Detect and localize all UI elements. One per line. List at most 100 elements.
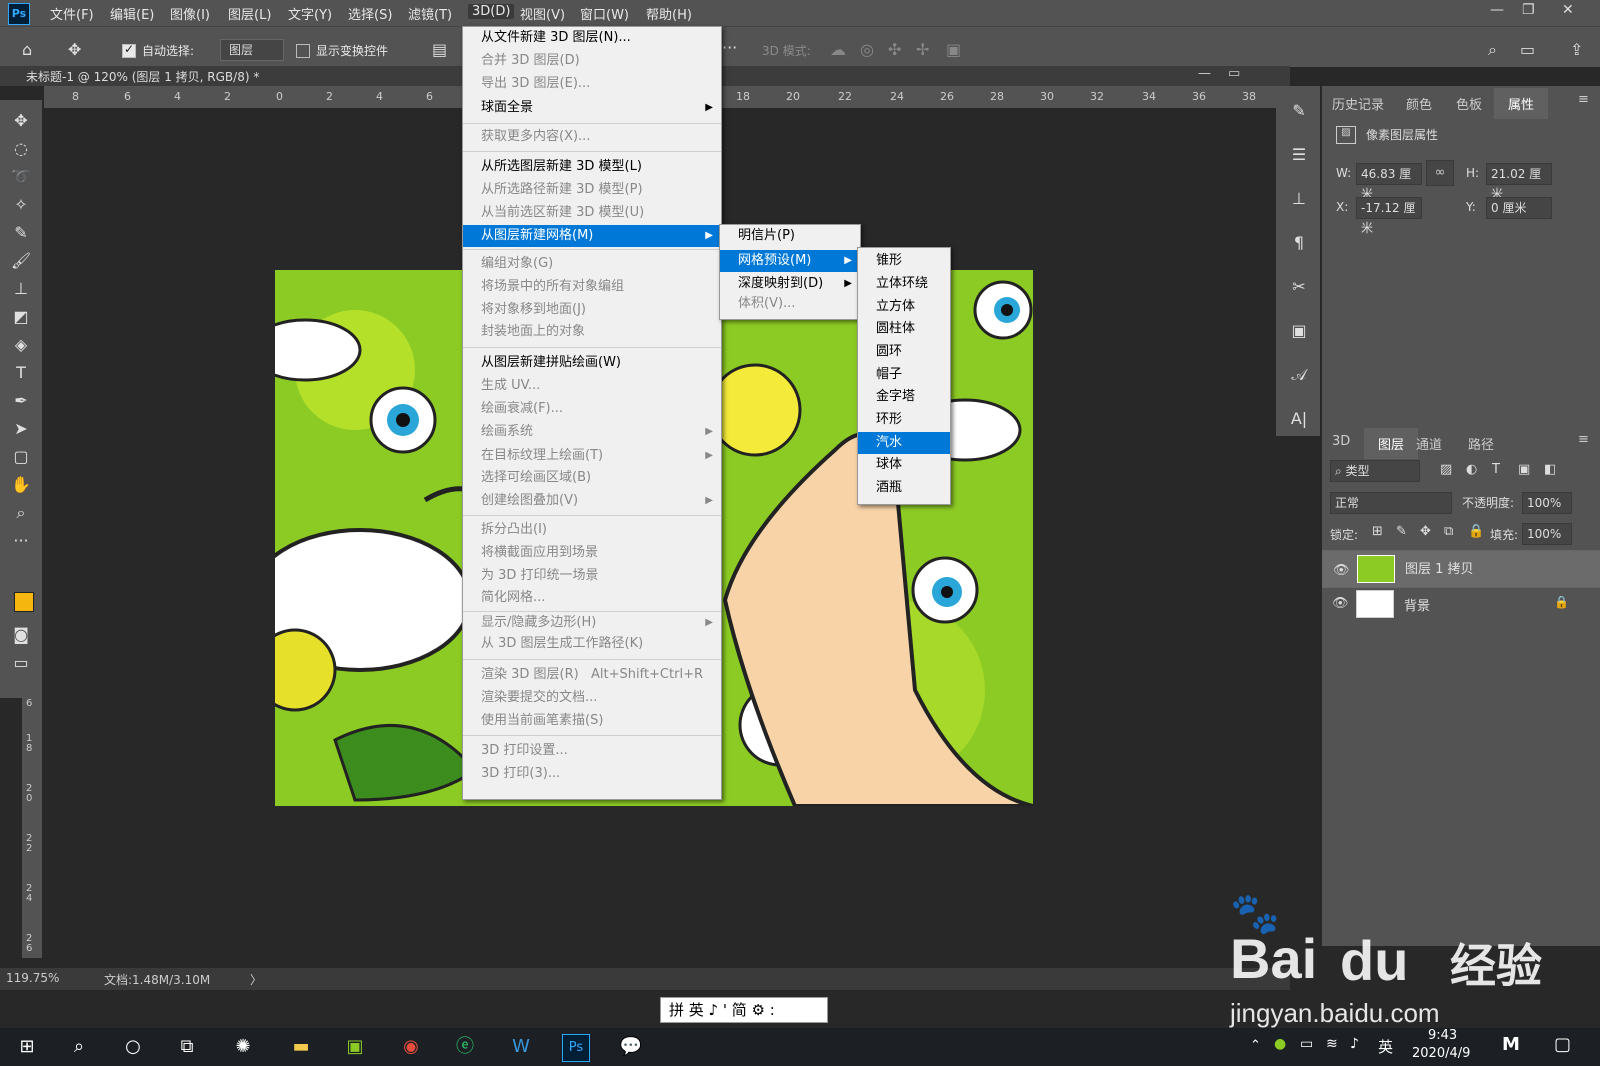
menu-item[interactable]: 从所选图层新建 3D 模型(L) — [463, 156, 721, 178]
menu-item-donut[interactable]: 圆环 — [858, 341, 950, 363]
browser-icon[interactable]: ⓔ — [452, 1034, 478, 1060]
menu-item-ring[interactable]: 环形 — [858, 409, 950, 431]
tray-up-arrow-icon[interactable]: ⌃ — [1250, 1038, 1261, 1053]
home-icon[interactable]: ⌂ — [22, 40, 32, 59]
path-select-tool-icon[interactable]: ➤ — [10, 418, 32, 440]
minimize-icon[interactable]: — — [1490, 2, 1504, 18]
slide-3d-icon[interactable]: ✢ — [916, 40, 929, 59]
paint-bucket-tool-icon[interactable]: ◈ — [10, 334, 32, 356]
menu-help[interactable]: 帮助(H) — [646, 4, 692, 23]
filter-shape-icon[interactable]: ▣ — [1518, 462, 1530, 477]
marquee-tool-icon[interactable]: ◌ — [10, 138, 32, 160]
type-tool-icon[interactable]: T — [10, 362, 32, 384]
magic-wand-tool-icon[interactable]: ✧ — [10, 194, 32, 216]
menu-layer[interactable]: 图层(L) — [228, 4, 271, 23]
move-tool-icon[interactable]: ✥ — [68, 40, 81, 59]
clone-source-icon[interactable]: ⊥ — [1288, 188, 1310, 210]
move-tool-icon[interactable]: ✥ — [10, 110, 32, 132]
tray-app-icon[interactable]: ● — [1274, 1036, 1286, 1052]
windows-start-icon[interactable]: ⊞ — [14, 1034, 40, 1060]
zoom-tool-icon[interactable]: ⌕ — [10, 502, 32, 524]
filter-adjustment-icon[interactable]: ◐ — [1466, 462, 1477, 477]
restore-icon[interactable]: ❐ — [1522, 2, 1535, 18]
doc-minimize-icon[interactable]: — — [1198, 66, 1211, 81]
visibility-eye-icon[interactable]: 👁 — [1332, 596, 1349, 611]
menu-item-postcard[interactable]: 明信片(P) — [720, 225, 860, 247]
menu-select[interactable]: 选择(S) — [348, 4, 392, 23]
menu-item-cube[interactable]: 立方体 — [858, 296, 950, 318]
scale-3d-icon[interactable]: ▣ — [946, 40, 961, 59]
menu-item-pyramid[interactable]: 金字塔 — [858, 386, 950, 408]
menu-item-depth-map[interactable]: 深度映射到(D) ▶ — [720, 273, 860, 295]
search-icon[interactable]: ⌕ — [1488, 40, 1497, 60]
menu-item-cylinder[interactable]: 圆柱体 — [858, 318, 950, 340]
eraser-tool-icon[interactable]: ◩ — [10, 306, 32, 328]
chrome-icon[interactable]: ◉ — [398, 1034, 424, 1060]
task-view-icon[interactable]: ⧉ — [174, 1034, 200, 1060]
ime-toolbar[interactable]: 拼 英 ♪ ' 简 ⚙ : — [660, 997, 828, 1023]
wps-icon[interactable]: W — [508, 1034, 534, 1060]
character-icon[interactable]: A| — [1288, 408, 1310, 430]
libraries-icon[interactable]: ▣ — [1288, 320, 1310, 342]
brush-settings-icon[interactable]: ✎ — [1288, 100, 1310, 122]
lock-pixels-icon[interactable]: ✎ — [1396, 524, 1407, 539]
y-field[interactable]: 0 厘米 — [1486, 197, 1552, 219]
layer-row[interactable]: 👁 图层 1 拷贝 — [1322, 550, 1600, 588]
paragraph-icon[interactable]: ¶ — [1288, 232, 1310, 254]
battery-icon[interactable]: ▭ — [1300, 1036, 1313, 1052]
visibility-eye-icon[interactable]: 👁 — [1333, 561, 1350, 581]
x-field[interactable]: -17.12 厘米 — [1356, 197, 1422, 235]
menu-view[interactable]: 视图(V) — [520, 4, 565, 23]
height-field[interactable]: 21.02 厘米 — [1486, 163, 1552, 201]
app-pinwheel-icon[interactable]: ✺ — [230, 1034, 256, 1060]
menu-item-hat[interactable]: 帽子 — [858, 364, 950, 386]
tab-paths[interactable]: 路径 — [1468, 434, 1494, 453]
menu-image[interactable]: 图像(I) — [170, 4, 210, 23]
panel-menu-icon[interactable]: ≡ — [1578, 432, 1589, 447]
layer-row[interactable]: 👁 背景 🔒 — [1322, 586, 1592, 622]
orbit-3d-icon[interactable]: ☁ — [830, 40, 846, 59]
menu-item-cone[interactable]: 锥形 — [858, 250, 950, 272]
menu-item-new-mesh-from-layer[interactable]: 从图层新建网格(M) ▶ — [463, 225, 721, 247]
tab-3d[interactable]: 3D — [1332, 434, 1350, 449]
input-lang[interactable]: 英 — [1378, 1036, 1393, 1057]
menu-item[interactable]: 从图层新建拼贴绘画(W) — [463, 352, 721, 374]
glyphs-icon[interactable]: 𝒜 — [1288, 364, 1310, 386]
more-tools-icon[interactable]: ··· — [10, 530, 32, 552]
clock-time[interactable]: 9:43 — [1428, 1028, 1457, 1043]
auto-select-dropdown[interactable]: 图层 — [220, 39, 284, 61]
menu-item-wine-bottle[interactable]: 酒瓶 — [858, 477, 950, 499]
filter-type-icon[interactable]: T — [1492, 462, 1500, 477]
shape-tool-icon[interactable]: ▢ — [10, 446, 32, 468]
foreground-color-swatch[interactable] — [14, 592, 34, 612]
eyedropper-tool-icon[interactable]: ✎ — [10, 222, 32, 244]
pan-3d-icon[interactable]: ✣ — [888, 40, 901, 59]
menu-item-mesh-preset[interactable]: 网格预设(M) ▶ — [720, 250, 860, 272]
adjustments-icon[interactable]: ☰ — [1288, 144, 1310, 166]
status-arrow[interactable]: 〉 — [250, 971, 262, 988]
tools-icon[interactable]: ✂ — [1288, 276, 1310, 298]
opacity-field[interactable]: 100% — [1522, 492, 1572, 514]
notifications-icon[interactable]: ▢ — [1554, 1034, 1571, 1055]
width-field[interactable]: 46.83 厘米 — [1356, 163, 1422, 201]
roll-3d-icon[interactable]: ◎ — [860, 40, 874, 59]
tab-color[interactable]: 颜色 — [1406, 94, 1432, 113]
menu-edit[interactable]: 编辑(E) — [110, 4, 154, 23]
blend-mode-dropdown[interactable]: 正常 — [1330, 492, 1452, 514]
tab-properties[interactable]: 属性 — [1494, 88, 1549, 119]
doc-restore-icon[interactable]: ▭ — [1228, 66, 1240, 81]
zoom-level[interactable]: 119.75% — [6, 971, 59, 985]
align-icon[interactable]: ▤ — [432, 40, 447, 59]
menu-type[interactable]: 文字(Y) — [288, 4, 332, 23]
menu-item[interactable]: 球面全景 ▶ — [463, 97, 721, 119]
link-icon[interactable]: ∞ — [1426, 160, 1454, 186]
fill-field[interactable]: 100% — [1522, 523, 1572, 545]
clock-date[interactable]: 2020/4/9 — [1412, 1046, 1470, 1061]
tray-m-icon[interactable]: M — [1502, 1034, 1520, 1055]
lock-artboard-icon[interactable]: ⧉ — [1444, 524, 1453, 539]
panel-menu-icon[interactable]: ≡ — [1578, 92, 1589, 107]
app-image-icon[interactable]: ▣ — [342, 1034, 368, 1060]
quick-mask-icon[interactable]: ◙ — [10, 624, 32, 646]
workspace-icon[interactable]: ▭ — [1520, 40, 1535, 59]
hand-tool-icon[interactable]: ✋ — [10, 474, 32, 496]
